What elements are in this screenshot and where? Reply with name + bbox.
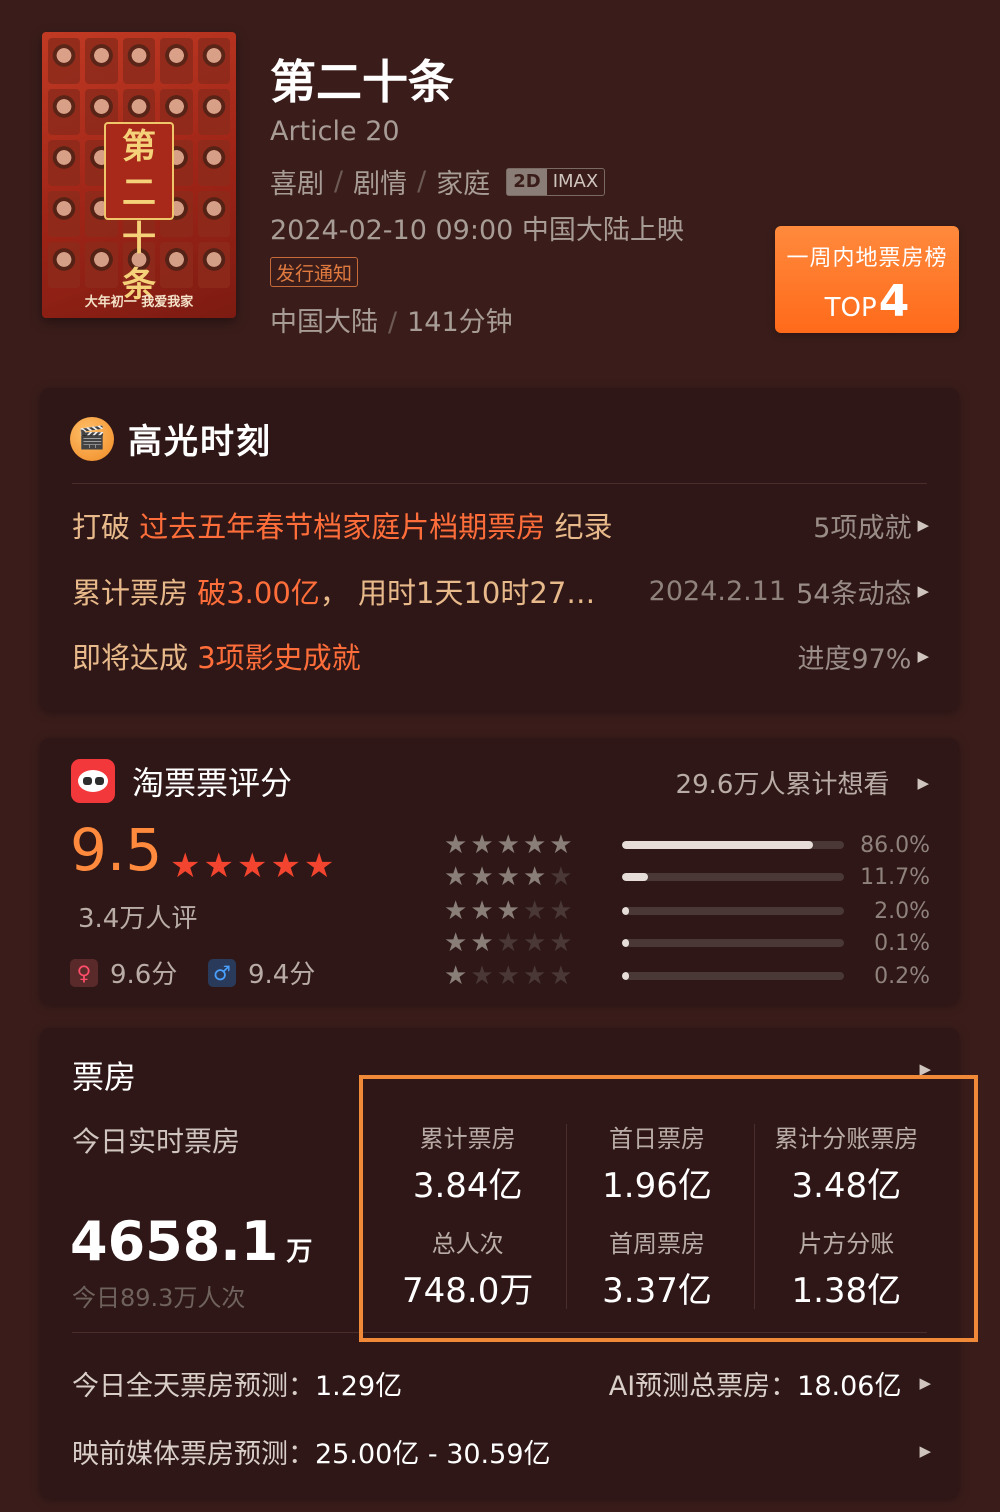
highlight-row-boxoffice[interactable]: 累计票房 破3.00亿， 用时1天10时27… 2024.2.11 54条动态 ▶ bbox=[72, 571, 929, 611]
format-2d: 2D bbox=[507, 168, 547, 195]
rating-distribution-row: ★★★★★ 0.1% bbox=[444, 928, 930, 958]
male-icon: ♂ bbox=[208, 958, 236, 987]
play-arrow-icon: ▶ bbox=[917, 647, 929, 665]
play-arrow-icon: ▶ bbox=[917, 773, 929, 792]
rating-percent: 86.0% bbox=[860, 832, 930, 858]
movie-region: 中国大陆 bbox=[270, 307, 378, 338]
media-forecast-row[interactable]: 映前媒体票房预测：25.00亿 - 30.59亿 ▶ bbox=[72, 1431, 931, 1471]
rating-percent: 0.1% bbox=[874, 930, 930, 956]
movie-english-title: Article 20 bbox=[270, 116, 400, 147]
format-badge: 2D IMAX bbox=[506, 167, 606, 196]
updates-link[interactable]: 54条动态 bbox=[796, 572, 911, 611]
highlight-row-record[interactable]: 打破 过去五年春节档家庭片档期票房 纪录 5项成就 ▶ bbox=[72, 505, 929, 545]
format-imax: IMAX bbox=[552, 171, 599, 192]
poster-logo: 第二十条 bbox=[104, 122, 174, 305]
achievements-link[interactable]: 5项成就 bbox=[813, 506, 911, 545]
media-forecast-value: 25.00亿 - 30.59亿 bbox=[315, 1438, 551, 1470]
play-arrow-icon: ▶ bbox=[917, 516, 929, 534]
genre-tag: 家庭 bbox=[436, 169, 491, 200]
rating-percent: 2.0% bbox=[874, 898, 930, 924]
highlight-date: 2024.2.11 bbox=[648, 575, 787, 607]
taopiaopiao-logo-icon bbox=[71, 759, 115, 803]
movie-runtime: 141分钟 bbox=[407, 307, 513, 338]
box-office-stats: 累计票房 3.84亿 首日票房 1.96亿 累计分账票房 3.48亿 总人次 748.0… bbox=[373, 1109, 941, 1319]
rating-distribution-row: ★★★★★ 86.0% bbox=[444, 830, 930, 860]
today-admissions: 今日89.3万人次 bbox=[72, 1284, 246, 1312]
box-office-rank-badge[interactable]: 一周内地票房榜 TOP4 bbox=[775, 226, 959, 333]
today-forecast-value: 1.29亿 bbox=[315, 1370, 403, 1402]
rating-score: 9.5 bbox=[70, 816, 163, 884]
star-level-icon: ★★★★★ bbox=[444, 830, 576, 860]
rating-bar-fill bbox=[622, 972, 629, 980]
want-to-see-link[interactable]: 29.6万人累计想看 ▶ bbox=[676, 764, 929, 801]
female-score: ♀ 9.6分 bbox=[70, 954, 177, 991]
rating-bar bbox=[622, 873, 844, 881]
release-date: 2024-02-10 09:00 中国大陆上映 bbox=[270, 215, 684, 246]
female-icon: ♀ bbox=[70, 958, 98, 987]
rank-badge-title: 一周内地票房榜 bbox=[786, 246, 948, 271]
star-level-icon: ★★★★★ bbox=[444, 862, 576, 892]
box-office-title: 票房 bbox=[72, 1058, 137, 1096]
play-arrow-icon: ▶ bbox=[919, 1442, 931, 1460]
highlight-row-upcoming[interactable]: 即将达成 3项影史成就 进度97% ▶ bbox=[72, 636, 929, 676]
progress-link[interactable]: 进度97% bbox=[797, 637, 911, 676]
movie-poster[interactable]: 第二十条 大年初一 我爱我家 bbox=[42, 32, 236, 318]
rating-distribution-row: ★★★★★ 0.2% bbox=[444, 961, 930, 991]
highlights-card: 🎬 高光时刻 打破 过去五年春节档家庭片档期票房 纪录 5项成就 ▶ 累计票房 破… bbox=[40, 388, 959, 711]
ai-forecast-value: 18.06亿 bbox=[797, 1370, 902, 1402]
male-score: ♂ 9.4分 bbox=[208, 954, 315, 991]
stat-admissions: 总人次 748.0万 bbox=[401, 1230, 534, 1311]
rating-card: 淘票票评分 29.6万人累计想看 ▶ 9.5 ★★★★★ 3.4万人评 ♀ 9.6… bbox=[40, 738, 959, 1004]
rating-count: 3.4万人评 bbox=[78, 904, 198, 934]
stat-producer-share: 片方分账 1.38亿 bbox=[791, 1230, 902, 1311]
stat-cumulative-split: 累计分账票房 3.48亿 bbox=[774, 1125, 919, 1206]
poster-tagline: 大年初一 我爱我家 bbox=[84, 295, 194, 310]
star-level-icon: ★★★★★ bbox=[444, 896, 576, 926]
play-arrow-icon: ▶ bbox=[917, 582, 929, 600]
rank-number: 4 bbox=[878, 276, 910, 327]
star-level-icon: ★★★★★ bbox=[444, 961, 576, 991]
rating-distribution-row: ★★★★★ 2.0% bbox=[444, 896, 930, 926]
rating-bar bbox=[622, 972, 844, 980]
rating-title: 淘票票评分 bbox=[132, 764, 293, 802]
release-notice-tag[interactable]: 发行通知 bbox=[270, 257, 359, 287]
rating-distribution-row: ★★★★★ 11.7% bbox=[444, 862, 930, 892]
movie-meta: 中国大陆/141分钟 bbox=[270, 307, 513, 338]
rating-bar-fill bbox=[622, 841, 813, 849]
rating-bar-fill bbox=[622, 939, 629, 947]
divider bbox=[72, 483, 927, 484]
rating-percent: 11.7% bbox=[860, 864, 930, 890]
rating-bar-fill bbox=[622, 873, 648, 881]
today-box-office: 4658.1 万 bbox=[70, 1210, 313, 1273]
star-level-icon: ★★★★★ bbox=[444, 928, 576, 958]
stat-cumulative: 累计票房 3.84亿 bbox=[412, 1125, 523, 1206]
rating-bar-fill bbox=[622, 907, 629, 915]
forecast-row[interactable]: 今日全天票房预测：1.29亿 AI预测总票房： 18.06亿 ▶ bbox=[72, 1363, 931, 1403]
box-office-stats-highlight-frame: 累计票房 3.84亿 首日票房 1.96亿 累计分账票房 3.48亿 总人次 748.0… bbox=[359, 1075, 978, 1342]
stat-first-day: 首日票房 1.96亿 bbox=[602, 1125, 712, 1206]
rating-percent: 0.2% bbox=[874, 963, 930, 989]
play-arrow-icon: ▶ bbox=[919, 1374, 931, 1392]
stat-first-week: 首周票房 3.37亿 bbox=[602, 1230, 712, 1311]
film-camera-icon: 🎬 bbox=[70, 416, 114, 461]
rating-bar bbox=[622, 841, 844, 849]
movie-genres: 喜剧 / 剧情 / 家庭 2D IMAX bbox=[270, 162, 606, 201]
rank-prefix: TOP bbox=[824, 293, 877, 323]
movie-header: 第二十条 大年初一 我爱我家 第二十条 Article 20 喜剧 / 剧情 /… bbox=[0, 0, 1000, 370]
genre-tag: 喜剧 bbox=[270, 169, 324, 200]
rating-bar bbox=[622, 907, 844, 915]
highlights-title: 高光时刻 bbox=[128, 422, 272, 462]
rating-stars: ★★★★★ bbox=[170, 846, 338, 886]
rating-bar bbox=[622, 939, 844, 947]
movie-title: 第二十条 bbox=[270, 55, 454, 109]
today-realtime-label: 今日实时票房 bbox=[72, 1125, 241, 1158]
genre-tag: 剧情 bbox=[353, 169, 408, 200]
